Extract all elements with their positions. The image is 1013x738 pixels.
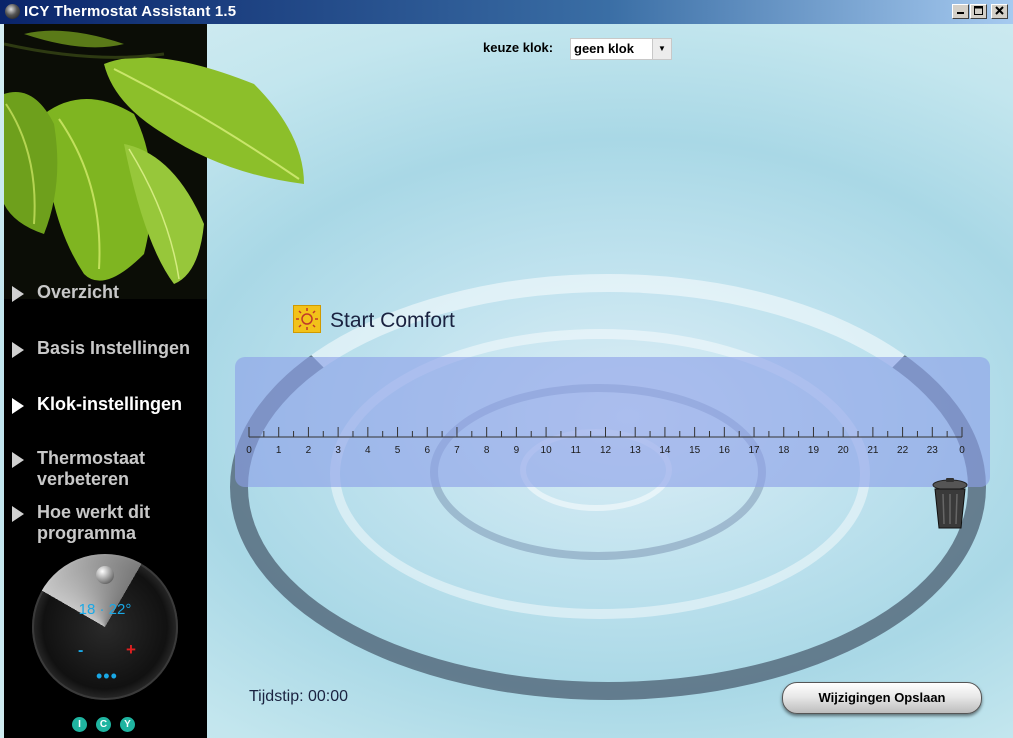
- hour-label: 10: [541, 445, 553, 456]
- hour-label: 5: [395, 445, 401, 456]
- hour-label: 1: [276, 445, 282, 456]
- sidebar-item-label: Thermostaat verbeteren: [37, 448, 146, 489]
- title-bar[interactable]: ICY Thermostat Assistant 1.5: [0, 0, 1013, 24]
- mode-label: Start Comfort: [330, 309, 455, 332]
- logo-letter: C: [96, 717, 111, 732]
- close-button[interactable]: [991, 4, 1008, 19]
- sidebar-item-label: Basis Instellingen: [37, 338, 191, 358]
- timeline-ruler[interactable]: 0 1 2 3 4 5 6 7 8 9 10 11 12 13 14 15 16 17 18 19 20 21 22 23 0: [235, 357, 990, 487]
- play-arrow-icon: [12, 286, 24, 302]
- sidebar-item-hoe-werkt-dit-programma[interactable]: Hoe werkt dit programma: [12, 502, 202, 544]
- app-icon: [5, 4, 20, 19]
- hour-label: 18: [778, 445, 790, 456]
- play-arrow-icon: [12, 452, 24, 468]
- hour-label: 4: [365, 445, 371, 456]
- knob-plus-icon[interactable]: +: [126, 640, 136, 660]
- sidebar-item-label: Klok-instellingen: [37, 394, 183, 414]
- hour-label: 8: [484, 445, 490, 456]
- sun-glyph-icon: [296, 308, 318, 330]
- sun-icon[interactable]: [293, 305, 321, 333]
- hour-label: 22: [897, 445, 909, 456]
- hour-label: 17: [748, 445, 760, 456]
- timeline-panel[interactable]: 0 1 2 3 4 5 6 7 8 9 10 11 12 13 14 15 16 17 18 19 20 21 22 23 0: [235, 357, 990, 487]
- sidebar-item-overzicht[interactable]: Overzicht: [12, 282, 202, 303]
- hour-label: 3: [335, 445, 341, 456]
- play-arrow-icon: [12, 342, 24, 358]
- hour-label: 14: [659, 445, 671, 456]
- knob-dots-icon: •••: [96, 666, 118, 686]
- hour-label: 23: [927, 445, 939, 456]
- hour-label: 16: [719, 445, 731, 456]
- sidebar-item-klok-instellingen[interactable]: Klok-instellingen: [12, 394, 202, 415]
- sidebar-item-label: Hoe werkt dit programma: [37, 502, 151, 543]
- clock-select-value: geen klok: [574, 41, 634, 56]
- hour-label: 12: [600, 445, 612, 456]
- time-readout-value: 00:00: [307, 688, 349, 705]
- hour-label: 15: [689, 445, 701, 456]
- clock-select-label: keuze klok:: [483, 40, 554, 55]
- play-arrow-icon: [12, 398, 24, 414]
- sidebar: Overzicht Basis Instellingen Klok-instel…: [4, 24, 304, 738]
- minimize-button[interactable]: [952, 4, 969, 19]
- sidebar-item-thermostaat-verbeteren[interactable]: Thermostaat verbeteren: [12, 448, 202, 490]
- hour-label: 21: [867, 445, 879, 456]
- trash-icon[interactable]: [930, 478, 970, 530]
- hour-label: 13: [630, 445, 642, 456]
- sidebar-item-label: Overzicht: [37, 282, 120, 302]
- window-title: ICY Thermostat Assistant 1.5: [24, 3, 237, 20]
- play-arrow-icon: [12, 506, 24, 522]
- hour-label: 20: [838, 445, 850, 456]
- hour-label: 0: [959, 445, 965, 456]
- hour-label: 7: [454, 445, 460, 456]
- hour-label: 9: [514, 445, 520, 456]
- save-changes-button[interactable]: Wijzigingen Opslaan: [782, 682, 982, 714]
- chevron-down-icon[interactable]: ▼: [652, 39, 671, 59]
- clock-select-dropdown[interactable]: geen klok ▼: [570, 38, 672, 60]
- knob-indicator-icon: [96, 566, 114, 584]
- time-readout-label: Tijdstip:: [249, 688, 304, 705]
- hour-label: 11: [571, 445, 582, 456]
- time-readout: Tijdstip: 00:00: [249, 688, 348, 706]
- sidebar-item-basis-instellingen[interactable]: Basis Instellingen: [12, 338, 202, 359]
- logo-letter: I: [72, 717, 87, 732]
- maximize-button[interactable]: [970, 4, 987, 19]
- knob-temperature-range: 18 · 22°: [78, 601, 132, 618]
- icy-logo: ICY: [72, 714, 144, 732]
- maximize-icon: [974, 6, 983, 15]
- leaf-decoration-icon: [4, 24, 304, 299]
- minimize-icon: [957, 12, 964, 14]
- hour-label: 19: [808, 445, 820, 456]
- knob-minus-icon[interactable]: -: [78, 642, 83, 660]
- hour-label: 2: [306, 445, 312, 456]
- close-icon: [995, 6, 1004, 15]
- client-area: Overzicht Basis Instellingen Klok-instel…: [0, 24, 1013, 738]
- hour-label: 0: [246, 445, 252, 456]
- logo-letter: Y: [120, 717, 135, 732]
- thermostat-knob[interactable]: 18 · 22° - + •••: [32, 554, 178, 700]
- hour-label: 6: [424, 445, 430, 456]
